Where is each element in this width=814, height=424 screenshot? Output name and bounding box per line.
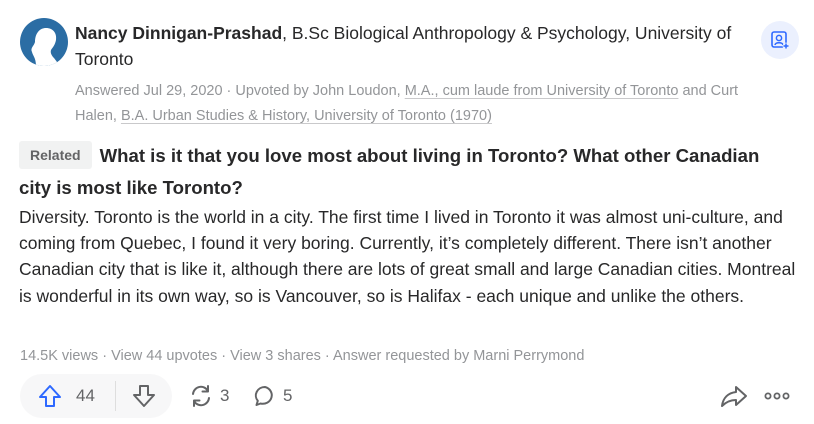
upvoter-credential-link[interactable]: M.A., cum laude from University of Toron… <box>405 83 679 99</box>
upvote-count: 44 <box>76 386 95 405</box>
author-name[interactable]: Nancy Dinnigan-Prashad <box>75 23 282 43</box>
answer-stats[interactable]: 14.5K views · View 44 upvotes · View 3 s… <box>20 346 800 366</box>
downvote-arrow-icon <box>133 385 155 407</box>
add-to-space-icon <box>771 31 790 50</box>
question-title[interactable]: What is it that you love most about livi… <box>19 145 759 198</box>
answer-body: Diversity. Toronto is the world in a cit… <box>19 207 796 306</box>
comment-count: 5 <box>283 386 293 405</box>
user-avatar[interactable] <box>20 18 68 66</box>
avatar-silhouette-icon <box>31 28 60 66</box>
more-options-button[interactable] <box>760 374 794 418</box>
share-count: 3 <box>220 386 230 405</box>
more-dots-icon <box>764 392 790 400</box>
upvote-arrow-icon <box>39 385 61 407</box>
comment-bubble-icon <box>254 385 273 406</box>
share-arrow-icon <box>721 386 747 407</box>
answer-meta: Answered Jul 29, 2020 · Upvoted by John … <box>75 79 765 129</box>
vote-group: 44 <box>20 374 172 418</box>
comment-button[interactable]: 5 <box>253 374 292 418</box>
action-bar: 44 3 5 <box>20 374 810 418</box>
reshare-button[interactable]: 3 <box>188 374 229 418</box>
answered-date-text: Answered Jul 29, 2020 · Upvoted by John … <box>75 83 405 99</box>
related-question: Related What is it that you love most abo… <box>19 140 779 204</box>
share-button[interactable] <box>720 374 748 418</box>
reshare-icon <box>192 385 210 407</box>
related-badge: Related <box>19 141 92 169</box>
answer-author-header: Nancy Dinnigan-Prashad, B.Sc Biological … <box>75 20 765 72</box>
add-to-space-button[interactable] <box>761 21 799 59</box>
upvoter-credential-link[interactable]: B.A. Urban Studies & History, University… <box>121 108 492 124</box>
upvote-button[interactable]: 44 <box>20 374 115 418</box>
downvote-button[interactable] <box>116 374 172 418</box>
